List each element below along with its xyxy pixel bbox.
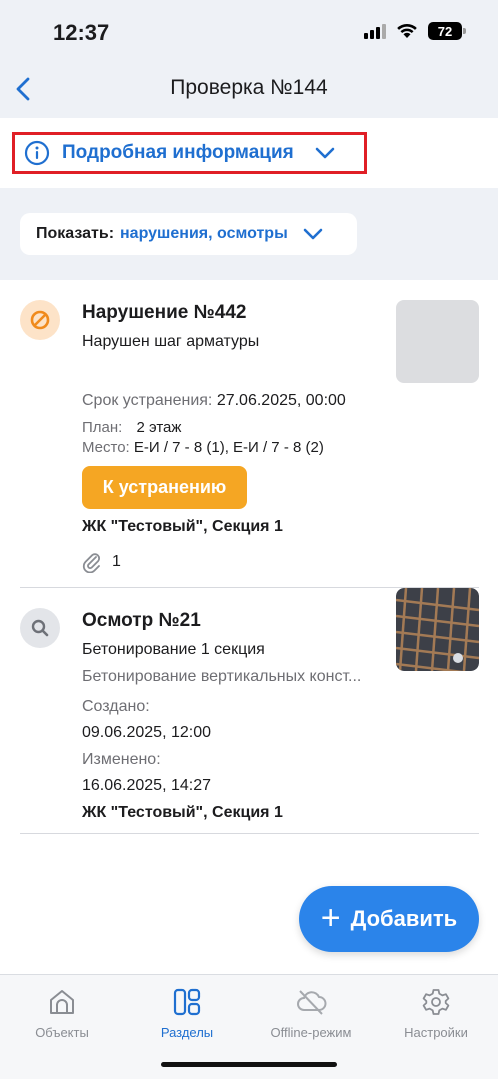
- place-row: Место: Е-И / 7 - 8 (1), Е-И / 7 - 8 (2): [82, 439, 324, 456]
- tab-objects[interactable]: Объекты: [0, 985, 124, 1045]
- plus-icon: +: [320, 898, 341, 937]
- battery-icon: 72: [428, 22, 466, 40]
- tab-label: Offline-режим: [270, 1025, 352, 1040]
- place-label: Место:: [82, 439, 130, 456]
- home-icon: [47, 985, 77, 1019]
- changed-label: Изменено:: [82, 751, 161, 768]
- details-label: Подробная информация: [62, 142, 294, 163]
- prohibited-icon: [20, 300, 60, 340]
- card-title: Нарушение №442: [82, 302, 247, 323]
- inspection-card[interactable]: Осмотр №21 Бетонирование 1 секция Бетони…: [0, 588, 498, 833]
- status-time: 12:37: [53, 20, 110, 45]
- filter-label: Показать:: [36, 225, 115, 242]
- chevron-down-icon: [315, 147, 335, 159]
- attachments-count: 1: [112, 553, 121, 570]
- card-description: Бетонирование вертикальных конст...: [82, 668, 362, 685]
- card-subtitle: Нарушен шаг арматуры: [82, 333, 260, 350]
- home-indicator: [161, 1062, 337, 1067]
- add-button[interactable]: + Добавить: [299, 886, 479, 952]
- paperclip-icon: [82, 553, 100, 573]
- filter-value: нарушения, осмотры: [120, 225, 288, 242]
- tab-offline[interactable]: Offline-режим: [249, 985, 373, 1045]
- cellular-signal-icon: [364, 23, 386, 39]
- fix-button[interactable]: К устранению: [82, 466, 247, 509]
- deadline-value: 27.06.2025, 00:00: [216, 392, 346, 409]
- card-subtitle: Бетонирование 1 секция: [82, 641, 265, 658]
- add-label: Добавить: [350, 906, 458, 931]
- created-value: 09.06.2025, 12:00: [82, 724, 212, 741]
- rebar-photo: [396, 588, 479, 671]
- deadline-label: Срок устранения:: [82, 392, 213, 409]
- items-list: Нарушение №442 Нарушен шаг арматуры Срок…: [0, 280, 498, 974]
- filter-dropdown[interactable]: Показать: нарушения, осмотры: [20, 213, 357, 255]
- gear-icon: [421, 985, 451, 1019]
- details-toggle[interactable]: Подробная информация: [12, 132, 367, 174]
- cloud-off-icon: [295, 985, 327, 1019]
- page-title: Проверка №144: [170, 76, 328, 99]
- violation-card[interactable]: Нарушение №442 Нарушен шаг арматуры Срок…: [0, 280, 498, 587]
- tab-label: Разделы: [160, 1025, 214, 1040]
- navigation-bar: Проверка №144: [0, 60, 498, 118]
- wifi-icon: [397, 23, 417, 38]
- photo-placeholder: [396, 300, 479, 383]
- chevron-down-icon: [303, 228, 323, 240]
- place-value: Е-И / 7 - 8 (1), Е-И / 7 - 8 (2): [133, 439, 324, 456]
- info-section: Подробная информация: [0, 118, 498, 188]
- tab-settings[interactable]: Настройки: [374, 985, 498, 1045]
- divider: [20, 833, 479, 834]
- card-title: Осмотр №21: [82, 610, 201, 631]
- created-label: Создано:: [82, 698, 150, 715]
- filter-section: Показать: нарушения, осмотры: [0, 188, 498, 280]
- search-icon: [20, 608, 60, 648]
- plan-row: План: 2 этаж: [82, 419, 181, 436]
- plan-label: План:: [82, 419, 123, 436]
- project-label: ЖК "Тестовый", Секция 1: [82, 518, 283, 535]
- deadline-row: Срок устранения: 27.06.2025, 00:00: [82, 392, 346, 410]
- grid-icon: [172, 985, 202, 1019]
- status-indicators: 72: [364, 22, 466, 40]
- tab-label: Настройки: [404, 1025, 468, 1040]
- info-icon: [24, 140, 50, 166]
- plan-value: 2 этаж: [136, 419, 182, 436]
- status-bar: 12:37 72: [0, 0, 498, 60]
- project-label: ЖК "Тестовый", Секция 1: [82, 804, 283, 821]
- tab-label: Объекты: [35, 1025, 89, 1040]
- attachments[interactable]: 1: [82, 551, 121, 573]
- changed-value: 16.06.2025, 14:27: [82, 777, 212, 794]
- tab-sections[interactable]: Разделы: [125, 985, 249, 1045]
